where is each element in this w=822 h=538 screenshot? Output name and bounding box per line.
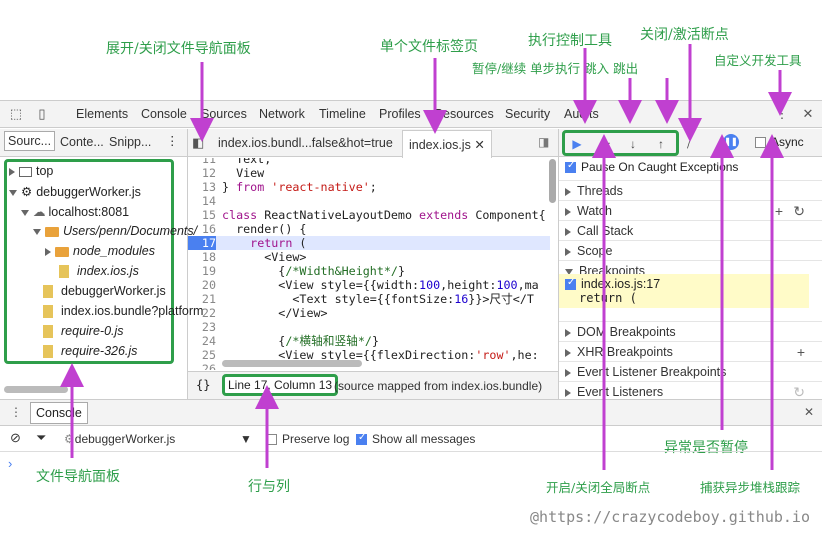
- section-watch[interactable]: Watch + ↻: [559, 200, 822, 220]
- editor-tabs: ◧ index.ios.bundl...false&hot=true index…: [188, 129, 558, 158]
- annotation-async-trace: 捕获异步堆栈跟踪: [700, 480, 801, 495]
- tree-item-folder[interactable]: Users/penn/Documents/: [33, 224, 197, 238]
- editor-tab-bundle[interactable]: index.ios.bundl...false&hot=true: [218, 136, 393, 150]
- pretty-print-button[interactable]: {}: [196, 378, 210, 392]
- navigator-tabs: Sourc... Conte... Snipp... ⋮: [0, 129, 187, 157]
- breakpoint-code: return (: [579, 291, 637, 305]
- console-prompt[interactable]: ›: [8, 456, 12, 471]
- resume-icon[interactable]: ▶: [569, 136, 585, 152]
- add-watch-icon[interactable]: +: [775, 201, 783, 221]
- tab-elements[interactable]: Elements: [76, 107, 128, 121]
- tab-security[interactable]: Security: [505, 107, 550, 121]
- devtools-panel: ⬚ ▯ Elements Console Sources Network Tim…: [0, 100, 822, 471]
- refresh-icon[interactable]: ↻: [793, 201, 805, 221]
- device-mode-icon[interactable]: ▯: [34, 106, 50, 122]
- tab-profiles[interactable]: Profiles: [379, 107, 421, 121]
- file-tree: top ⚙ debuggerWorker.js ☁ localhost:8081 U…: [4, 159, 203, 364]
- section-listener-breakpoints[interactable]: Event Listener Breakpoints: [559, 361, 822, 381]
- deactivate-breakpoints-icon[interactable]: ⧸: [687, 134, 692, 151]
- main-toolbar: ⬚ ▯ Elements Console Sources Network Tim…: [0, 101, 822, 128]
- annotation-nav-toggle: 展开/关闭文件导航面板: [106, 41, 251, 57]
- tree-item-worker[interactable]: ⚙ debuggerWorker.js: [9, 184, 141, 199]
- close-tab-icon[interactable]: ✕: [474, 138, 484, 152]
- breakpoint-checkbox[interactable]: [565, 277, 576, 291]
- context-dropdown-icon[interactable]: ▼: [240, 432, 252, 446]
- preserve-log-option[interactable]: Preserve log: [266, 432, 349, 446]
- console-filter-bar: ⊘ ⏷ ⚙debuggerWorker.js ▼ Preserve log Sh…: [0, 426, 822, 452]
- inspect-icon[interactable]: ⬚: [8, 106, 24, 122]
- code-view[interactable]: 11 Text, 12 View 13} from 'react-native'…: [188, 158, 550, 370]
- tab-audits[interactable]: Audits: [564, 107, 599, 121]
- add-xhr-icon[interactable]: +: [797, 342, 805, 362]
- section-scope[interactable]: Scope: [559, 240, 822, 260]
- close-icon[interactable]: ✕: [800, 106, 816, 122]
- section-threads[interactable]: Threads: [559, 180, 822, 200]
- navigator-scrollbar[interactable]: [4, 386, 68, 393]
- debugger-toolbar: ▶ ↷ ↓ ↑ ⧸ ❚❚ Async: [559, 129, 822, 157]
- annotation-step-desc: 暂停/继续 单步执行 跳入 跳出: [472, 61, 639, 76]
- source-map-note: (source mapped from index.ios.bundle): [334, 379, 543, 393]
- annotation-customize: 自定义开发工具: [714, 53, 802, 68]
- tree-item-file4[interactable]: require-326.js: [43, 344, 137, 359]
- close-drawer-icon[interactable]: ✕: [804, 405, 814, 419]
- tree-item-file1[interactable]: debuggerWorker.js: [43, 284, 166, 299]
- debugger-sidebar: ▶ ↷ ↓ ↑ ⧸ ❚❚ Async Pause On Caught Excep…: [558, 129, 822, 401]
- editor-status-bar: {} Line 17, Column 13 (source mapped fro…: [188, 371, 558, 399]
- code-editor: ◧ index.ios.bundl...false&hot=true index…: [188, 129, 558, 399]
- watermark: @https://crazycodeboy.github.io: [530, 508, 810, 526]
- section-event-listeners[interactable]: Event Listeners ↻: [559, 381, 822, 401]
- annotation-global-bp: 开启/关闭全局断点: [546, 480, 651, 495]
- tab-network[interactable]: Network: [259, 107, 305, 121]
- tree-item-file2[interactable]: index.ios.bundle?platform: [43, 304, 203, 319]
- drawer-menu-icon[interactable]: ⋮: [10, 405, 22, 419]
- annotation-file-nav: 文件导航面板: [36, 469, 120, 485]
- annotation-deactivate: 关闭/激活断点: [640, 27, 729, 43]
- async-checkbox[interactable]: [755, 137, 766, 149]
- customize-menu-icon[interactable]: ⋮: [774, 106, 790, 122]
- tree-item-top[interactable]: top: [9, 164, 53, 178]
- editor-tab-index[interactable]: index.ios.js ✕: [402, 130, 492, 158]
- pause-on-exceptions-icon[interactable]: ❚❚: [723, 134, 739, 150]
- tree-item-node-modules[interactable]: node_modules: [45, 244, 155, 258]
- annotation-line-col: 行与列: [248, 479, 290, 495]
- section-call-stack[interactable]: Call Stack: [559, 220, 822, 240]
- file-navigator: Sourc... Conte... Snipp... ⋮ top ⚙ debugg…: [0, 129, 203, 399]
- tab-sources[interactable]: Sources: [201, 107, 247, 121]
- show-all-option[interactable]: Show all messages: [356, 432, 475, 446]
- console-drawer-bar: ⋮ Console ✕: [0, 399, 822, 426]
- async-toggle[interactable]: Async: [755, 135, 804, 149]
- preserve-log-checkbox[interactable]: [266, 434, 277, 446]
- cursor-position: Line 17, Column 13: [222, 374, 339, 396]
- tree-item-index[interactable]: index.ios.js: [59, 264, 139, 279]
- execution-controls: ▶ ↷ ↓ ↑: [562, 130, 679, 156]
- tree-item-file3[interactable]: require-0.js: [43, 324, 124, 339]
- annotation-exec-control: 执行控制工具: [528, 33, 612, 49]
- annotation-single-tab: 单个文件标签页: [380, 39, 478, 55]
- navigator-menu-icon[interactable]: ⋮: [166, 133, 179, 148]
- toggle-sidebar-icon[interactable]: ◨: [538, 135, 549, 149]
- code-vscrollbar[interactable]: [549, 159, 556, 203]
- section-dom-breakpoints[interactable]: DOM Breakpoints: [559, 321, 822, 341]
- tab-snippets[interactable]: Snipp...: [109, 135, 151, 149]
- step-out-icon[interactable]: ↑: [653, 136, 669, 152]
- pause-caught-checkbox[interactable]: [565, 160, 576, 174]
- tab-sources-nav[interactable]: Sourc...: [4, 131, 56, 151]
- toggle-navigator-icon[interactable]: ◧: [192, 135, 204, 151]
- context-selector[interactable]: ⚙debuggerWorker.js: [64, 432, 175, 446]
- tab-resources[interactable]: Resources: [434, 107, 494, 121]
- step-over-icon[interactable]: ↷: [597, 136, 613, 152]
- clear-console-icon[interactable]: ⊘: [10, 430, 21, 446]
- step-into-icon[interactable]: ↓: [625, 136, 641, 152]
- tab-timeline[interactable]: Timeline: [319, 107, 366, 121]
- pause-caught-option[interactable]: Pause On Caught Exceptions: [565, 160, 738, 174]
- tab-content-scripts[interactable]: Conte...: [60, 135, 104, 149]
- tab-console-drawer[interactable]: Console: [30, 402, 88, 424]
- breakpoint-entry[interactable]: index.ios.js:17 return (: [559, 274, 809, 308]
- show-all-checkbox[interactable]: [356, 432, 367, 446]
- section-xhr-breakpoints[interactable]: XHR Breakpoints +: [559, 341, 822, 361]
- filter-icon[interactable]: ⏷: [36, 430, 46, 446]
- tab-console[interactable]: Console: [141, 107, 187, 121]
- tree-item-host[interactable]: ☁ localhost:8081: [21, 204, 129, 219]
- code-hscrollbar[interactable]: [222, 360, 362, 367]
